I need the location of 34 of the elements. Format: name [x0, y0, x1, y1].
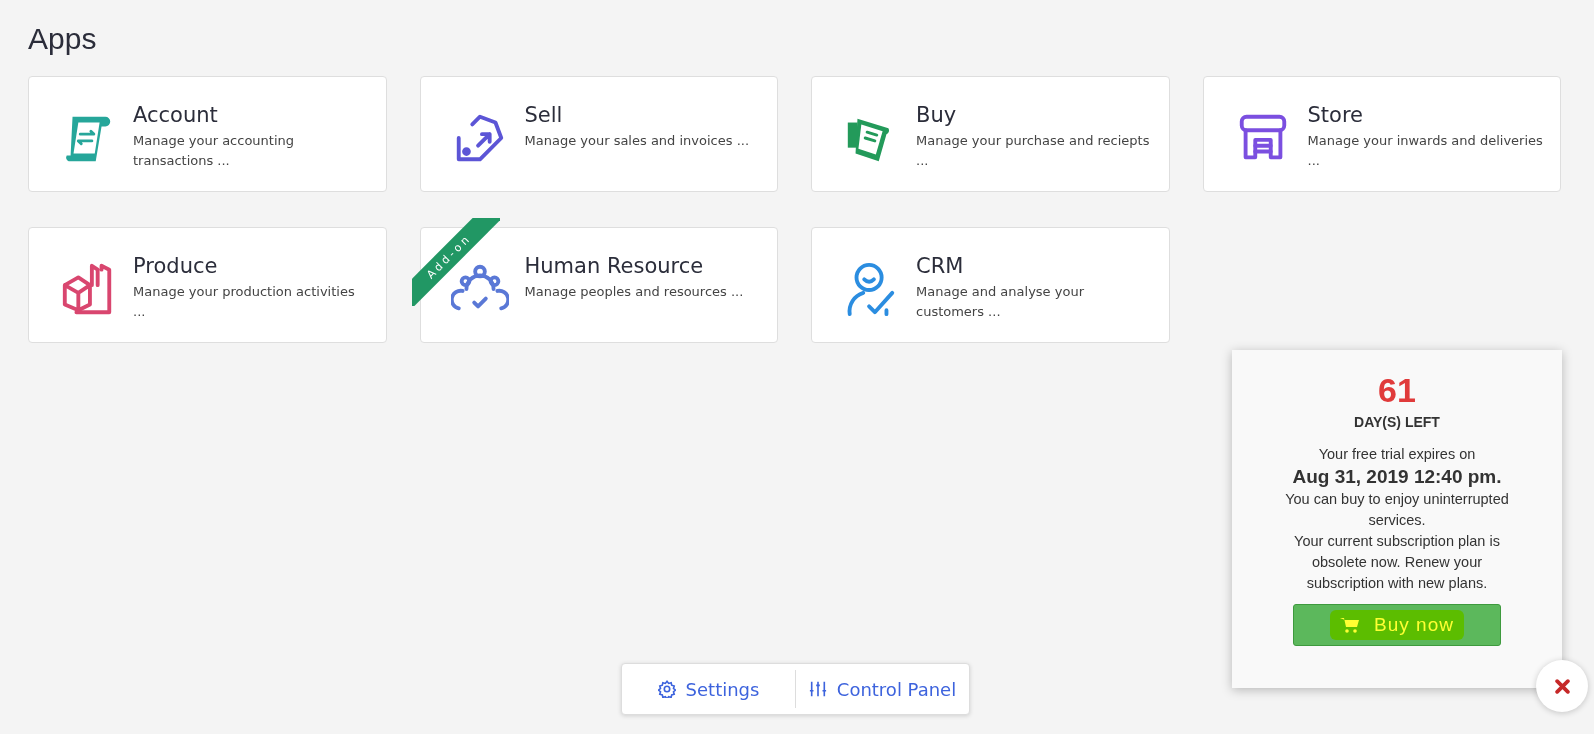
- settings-button[interactable]: Settings: [622, 669, 795, 709]
- app-card[interactable]: Buy Manage your purchase and reciepts ...: [811, 76, 1170, 192]
- app-description: Manage your production activities ...: [133, 283, 356, 321]
- app-name: Sell: [524, 103, 564, 127]
- close-icon: [1554, 678, 1570, 694]
- expiry-date: Aug 31, 2019 12:40 pm.: [1291, 465, 1503, 489]
- sliders-icon: [808, 680, 827, 698]
- cart-icon: [1340, 617, 1361, 633]
- app-description: Manage your purchase and reciepts ...: [916, 132, 1151, 170]
- app-card[interactable]: CRM Manage and analyse your customers ...: [811, 227, 1170, 343]
- app-card[interactable]: Sell Manage your sales and invoices ...: [419, 76, 778, 192]
- trial-message: You can buy to enjoy uninterrupted services.: [1284, 490, 1510, 530]
- page-title: Apps: [28, 21, 98, 57]
- app-name: CRM: [916, 254, 965, 278]
- app-card[interactable]: Store Manage your inwards and deliveries ...: [1202, 76, 1561, 192]
- app-description: Manage and analyse your customers ...: [916, 283, 1085, 321]
- days-count: 61: [1377, 372, 1417, 408]
- app-description: Manage your accounting transactions ...: [133, 132, 296, 170]
- trial-expiry-text: Your free trial expires on: [1317, 445, 1477, 464]
- app-description: Manage your sales and invoices ...: [524, 132, 750, 150]
- app-name: Buy: [916, 103, 958, 127]
- app-name: Store: [1307, 103, 1364, 127]
- settings-icon: [657, 680, 676, 698]
- app-description: Manage your inwards and deliveries ...: [1307, 132, 1544, 170]
- control-panel-button[interactable]: Control Panel: [796, 669, 969, 709]
- app-name: Human Resource: [524, 254, 705, 278]
- app-name: Produce: [133, 254, 219, 278]
- app-card[interactable]: Account Manage your accounting transactions ...: [28, 76, 387, 192]
- subscription-notice: Your current subscription plan is obsolete now. Renew your subscription with new plans.: [1293, 532, 1501, 593]
- app-description: Manage peoples and resources ...: [524, 283, 744, 301]
- days-left-label: DAY(S) LEFT: [1353, 414, 1441, 430]
- close-button[interactable]: [1536, 660, 1588, 712]
- app-card[interactable]: Produce Manage your production activities ...: [28, 227, 387, 343]
- app-name: Account: [133, 103, 219, 127]
